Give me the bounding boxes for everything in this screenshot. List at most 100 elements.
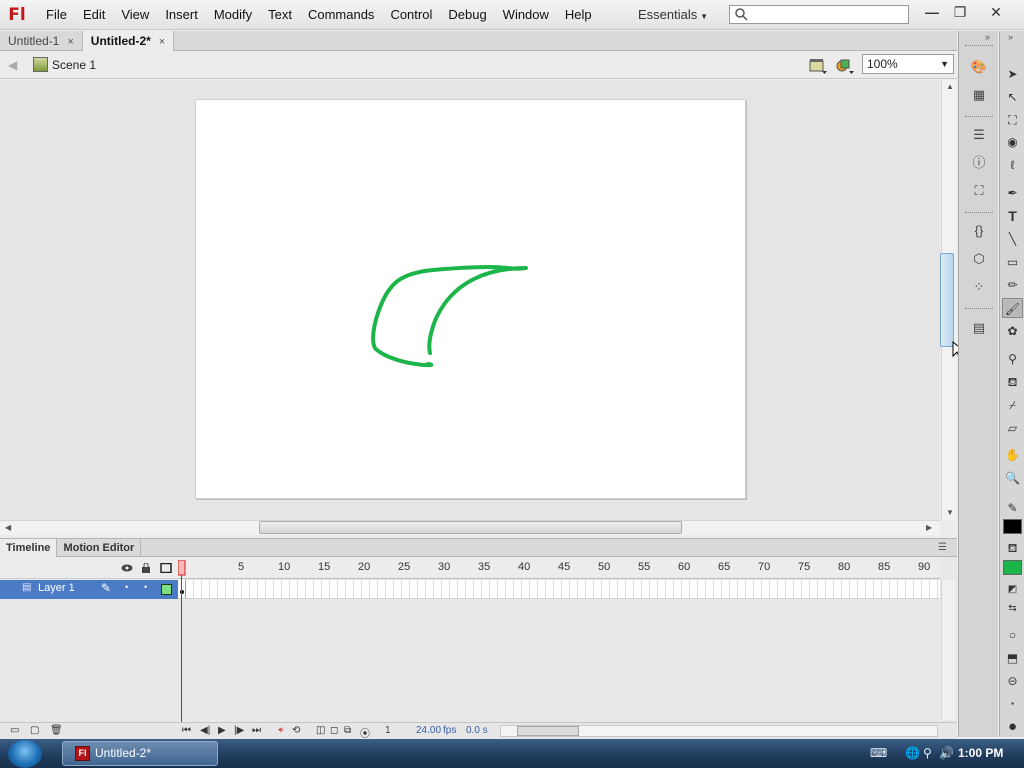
edit-multiple-frames-icon[interactable]: ⧉ bbox=[344, 725, 351, 736]
timeline-horizontal-scrollbar[interactable] bbox=[500, 725, 938, 737]
pencil-tool-icon[interactable]: ✏ bbox=[1002, 275, 1023, 295]
info-panel-icon[interactable]: ⓘ bbox=[968, 153, 990, 173]
stroke-color-swatch[interactable] bbox=[1003, 519, 1022, 534]
text-tool-icon[interactable]: T bbox=[1002, 206, 1023, 226]
layer-row[interactable]: ▤ Layer 1 ✎ • • bbox=[0, 580, 178, 599]
scroll-down-icon[interactable]: ▼ bbox=[946, 508, 954, 517]
menu-debug[interactable]: Debug bbox=[440, 0, 494, 30]
modify-markers-icon[interactable]: ⦿ bbox=[360, 725, 370, 740]
onion-skin-icon[interactable]: ◫ bbox=[316, 725, 325, 736]
menu-view[interactable]: View bbox=[113, 0, 157, 30]
zoom-select[interactable]: 100% ▼ bbox=[862, 54, 954, 74]
object-drawing-icon[interactable]: ○ bbox=[1002, 625, 1023, 645]
brush-shape-icon[interactable]: ● bbox=[1002, 717, 1023, 737]
close-icon[interactable]: × bbox=[159, 36, 165, 48]
scroll-up-icon[interactable]: ▲ bbox=[946, 82, 954, 91]
scroll-right-icon[interactable]: ▶ bbox=[926, 523, 932, 532]
edit-scene-icon[interactable] bbox=[808, 57, 828, 75]
panel-grip[interactable] bbox=[965, 308, 993, 311]
brush-stroke-drawing[interactable] bbox=[196, 100, 747, 500]
lock-fill-icon[interactable]: ⬒ bbox=[1002, 648, 1023, 668]
step-forward-icon[interactable]: |▶ bbox=[234, 725, 244, 736]
eyedropper-tool-icon[interactable]: ⌿ bbox=[1002, 395, 1023, 415]
layer-frames[interactable] bbox=[178, 580, 940, 599]
visibility-dot-icon[interactable]: • bbox=[125, 582, 128, 592]
tab-timeline[interactable]: Timeline bbox=[0, 538, 58, 557]
frame-ruler[interactable]: 15101520253035404550556065707580859095 bbox=[178, 557, 970, 579]
panel-grip[interactable] bbox=[965, 45, 993, 48]
tab-untitled-2[interactable]: Untitled-2* × bbox=[82, 30, 175, 51]
paint-bucket-tool-icon[interactable]: ⛾ bbox=[1002, 372, 1023, 392]
menu-commands[interactable]: Commands bbox=[300, 0, 382, 30]
close-icon[interactable]: × bbox=[67, 36, 73, 48]
components-panel-icon[interactable]: ⬡ bbox=[968, 249, 990, 269]
volume-icon[interactable]: 🔊 bbox=[939, 746, 954, 760]
start-button[interactable] bbox=[8, 740, 42, 768]
transform-panel-icon[interactable]: ⛶ bbox=[968, 181, 990, 201]
brush-mode-icon[interactable]: ⊝ bbox=[1002, 671, 1023, 691]
motion-presets-icon[interactable]: ⁘ bbox=[968, 277, 990, 297]
bone-tool-icon[interactable]: ⚲ bbox=[1002, 349, 1023, 369]
menu-edit[interactable]: Edit bbox=[75, 0, 113, 30]
eye-icon[interactable] bbox=[121, 563, 133, 573]
pen-tool-icon[interactable]: ✒ bbox=[1002, 183, 1023, 203]
swatches-panel-icon[interactable]: ▦ bbox=[968, 85, 990, 105]
panel-menu-icon[interactable]: ☰ bbox=[938, 542, 947, 553]
timeline-vertical-scrollbar[interactable] bbox=[941, 580, 956, 720]
edit-symbol-icon[interactable] bbox=[835, 57, 855, 75]
menu-insert[interactable]: Insert bbox=[157, 0, 206, 30]
brush-size-icon[interactable]: ▪ bbox=[1002, 694, 1023, 714]
line-tool-icon[interactable]: ╲ bbox=[1002, 229, 1023, 249]
expand-tools-icon[interactable]: » bbox=[1008, 32, 1013, 42]
loop-icon[interactable]: ⟲ bbox=[292, 725, 300, 736]
new-layer-icon[interactable]: ▭ bbox=[10, 725, 19, 736]
free-transform-tool-icon[interactable]: ⛶ bbox=[1002, 110, 1023, 130]
fps-value[interactable]: 24.00 bbox=[416, 725, 441, 736]
layer-name[interactable]: Layer 1 bbox=[38, 582, 75, 594]
step-back-icon[interactable]: ◀| bbox=[200, 725, 210, 736]
taskbar-item-flash[interactable]: Fl Untitled-2* bbox=[62, 741, 218, 766]
network-icon[interactable]: 🌐 bbox=[905, 746, 920, 760]
zoom-tool-icon[interactable]: 🔍 bbox=[1002, 468, 1023, 488]
center-frame-icon[interactable]: ⌖ bbox=[278, 725, 284, 736]
go-last-frame-icon[interactable]: ⏭ bbox=[252, 725, 261, 736]
back-arrow-icon[interactable]: ◀ bbox=[8, 58, 17, 72]
tab-untitled-1[interactable]: Untitled-1 × bbox=[0, 30, 83, 51]
menu-text[interactable]: Text bbox=[260, 0, 300, 30]
vertical-scroll-thumb[interactable] bbox=[940, 253, 954, 347]
outline-icon[interactable] bbox=[160, 563, 172, 573]
brush-tool-icon[interactable]: 🖌 bbox=[1002, 298, 1023, 318]
go-first-frame-icon[interactable]: ⏮ bbox=[182, 725, 191, 736]
horizontal-scroll-thumb[interactable] bbox=[259, 521, 682, 534]
selection-tool-icon[interactable]: ➤ bbox=[1002, 64, 1023, 84]
menu-window[interactable]: Window bbox=[495, 0, 557, 30]
code-snippets-icon[interactable]: {} bbox=[968, 221, 990, 241]
play-icon[interactable]: ▶ bbox=[218, 725, 226, 736]
color-panel-icon[interactable]: 🎨 bbox=[968, 57, 990, 77]
swap-colors-icon[interactable]: ⇆ bbox=[1002, 599, 1023, 619]
hand-tool-icon[interactable]: ✋ bbox=[1002, 445, 1023, 465]
panel-grip[interactable] bbox=[965, 212, 993, 215]
lasso-tool-icon[interactable]: ℓ bbox=[1002, 155, 1023, 175]
menu-control[interactable]: Control bbox=[382, 0, 440, 30]
lock-icon[interactable] bbox=[140, 563, 152, 573]
align-panel-icon[interactable]: ☰ bbox=[968, 125, 990, 145]
3d-rotation-tool-icon[interactable]: ◉ bbox=[1002, 132, 1023, 152]
library-panel-icon[interactable]: ▤ bbox=[968, 318, 990, 338]
scroll-left-icon[interactable]: ◀ bbox=[5, 523, 11, 532]
restore-button[interactable]: ❐ bbox=[946, 2, 974, 22]
lock-dot-icon[interactable]: • bbox=[144, 582, 147, 592]
default-colors-icon[interactable]: ◩ bbox=[1002, 580, 1023, 600]
search-input[interactable] bbox=[729, 5, 909, 24]
eraser-tool-icon[interactable]: ▱ bbox=[1002, 418, 1023, 438]
timeline-scroll-thumb[interactable] bbox=[517, 726, 579, 736]
fill-color-swatch[interactable] bbox=[1003, 560, 1022, 575]
keyboard-icon[interactable]: ⌨ bbox=[870, 746, 887, 760]
close-button[interactable]: ✕ bbox=[982, 2, 1010, 22]
menu-file[interactable]: File bbox=[38, 0, 75, 30]
minimize-button[interactable]: — bbox=[918, 2, 946, 22]
deco-tool-icon[interactable]: ✿ bbox=[1002, 321, 1023, 341]
layer-color-swatch[interactable] bbox=[161, 584, 172, 595]
delete-layer-icon[interactable]: 🗑 bbox=[50, 725, 63, 736]
rectangle-tool-icon[interactable]: ▭ bbox=[1002, 252, 1023, 272]
